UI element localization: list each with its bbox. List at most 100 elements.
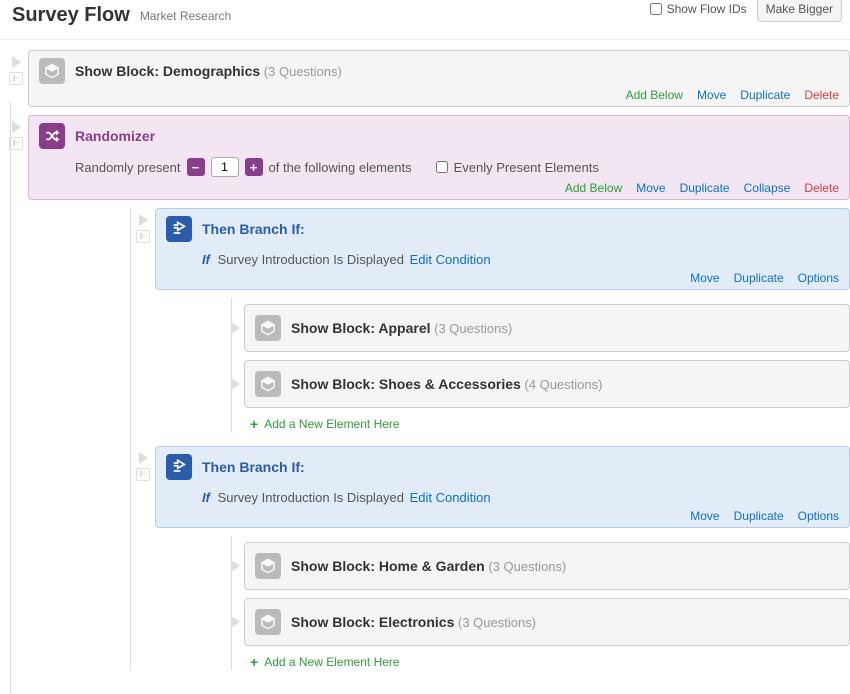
edit-condition-link[interactable]: Edit Condition	[410, 252, 491, 267]
card-title-wrap: Show Block: Shoes & Accessories (4 Quest…	[291, 376, 602, 392]
show-flow-ids-label: Show Flow IDs	[667, 2, 747, 16]
branch-2-children: Show Block: Home & Garden (3 Questions) …	[231, 536, 850, 670]
lock-icon: ⊩	[9, 72, 23, 85]
if-label: If	[202, 490, 210, 505]
node-handle[interactable]: ⊩	[4, 50, 28, 85]
card-title: Show Block: Shoes & Accessories	[291, 376, 521, 392]
drop-arrow-icon	[12, 56, 21, 68]
card-title: Then Branch If:	[202, 221, 305, 237]
card-meta: (3 Questions)	[264, 64, 342, 79]
evenly-present-checkbox[interactable]	[436, 161, 448, 173]
add-element-link[interactable]: + Add a New Element Here	[250, 654, 850, 670]
card-meta: (3 Questions)	[458, 615, 536, 630]
show-flow-ids-toggle[interactable]: Show Flow IDs	[650, 2, 747, 16]
branch-icon	[166, 216, 192, 242]
condition-text: Survey Introduction Is Displayed	[218, 490, 404, 505]
block-card[interactable]: Show Block: Demographics (3 Questions) A…	[28, 50, 850, 107]
card-title-wrap: Show Block: Home & Garden (3 Questions)	[291, 558, 566, 574]
branch-card[interactable]: Then Branch If: If Survey Introduction I…	[155, 208, 850, 290]
duplicate-link[interactable]: Duplicate	[734, 509, 784, 523]
card-meta: (3 Questions)	[488, 559, 566, 574]
shuffle-icon	[39, 123, 65, 149]
move-link[interactable]: Move	[690, 509, 719, 523]
block-card[interactable]: Show Block: Apparel (3 Questions)	[244, 304, 850, 352]
drop-arrow-icon	[231, 322, 240, 334]
move-link[interactable]: Move	[690, 271, 719, 285]
tree-line	[10, 102, 11, 694]
card-title-wrap: Show Block: Demographics (3 Questions)	[75, 63, 342, 79]
card-title: Show Block: Electronics	[291, 614, 454, 630]
card-title-wrap: Show Block: Apparel (3 Questions)	[291, 320, 512, 336]
card-title: Show Block: Demographics	[75, 63, 260, 79]
flow-node-home-garden: Show Block: Home & Garden (3 Questions)	[232, 542, 850, 590]
card-head: Then Branch If:	[166, 454, 839, 480]
flow-canvas: ⊩ Show Block: Demographics (3 Questions)…	[0, 40, 850, 694]
move-link[interactable]: Move	[636, 181, 665, 195]
drop-arrow-icon	[139, 214, 148, 226]
flow-node-shoes: Show Block: Shoes & Accessories (4 Quest…	[232, 360, 850, 408]
card-head: Then Branch If:	[166, 216, 839, 242]
collapse-link[interactable]: Collapse	[744, 181, 791, 195]
branch-card[interactable]: Then Branch If: If Survey Introduction I…	[155, 446, 850, 528]
block-icon	[255, 371, 281, 397]
delete-link[interactable]: Delete	[804, 181, 839, 195]
options-link[interactable]: Options	[798, 271, 839, 285]
delete-link[interactable]: Delete	[804, 88, 839, 102]
flow-node-branch-2: ⊩ Then Branch If: If Survey Introduction…	[131, 446, 850, 528]
add-element-link[interactable]: + Add a New Element Here	[250, 416, 850, 432]
duplicate-link[interactable]: Duplicate	[740, 88, 790, 102]
card-title: Randomizer	[75, 128, 155, 144]
drop-arrow-icon	[139, 452, 148, 464]
card-footer: Move Duplicate Options	[166, 271, 839, 285]
decrement-button[interactable]: −	[187, 158, 205, 176]
show-flow-ids-checkbox[interactable]	[650, 3, 662, 15]
flow-node-demographics: ⊩ Show Block: Demographics (3 Questions)…	[4, 50, 850, 107]
node-handle[interactable]: ⊩	[131, 208, 155, 243]
evenly-present-label: Evenly Present Elements	[454, 160, 599, 175]
add-below-link[interactable]: Add Below	[565, 181, 622, 195]
lock-icon: ⊩	[136, 230, 150, 243]
flow-node-branch-1: ⊩ Then Branch If: If Survey Introduction…	[131, 208, 850, 290]
randomizer-prefix: Randomly present	[75, 160, 181, 175]
drop-arrow-icon	[12, 121, 21, 133]
flow-node-electronics: Show Block: Electronics (3 Questions)	[232, 598, 850, 646]
drop-arrow-icon	[231, 616, 240, 628]
branch-icon	[166, 454, 192, 480]
condition-text: Survey Introduction Is Displayed	[218, 252, 404, 267]
card-head: Show Block: Demographics (3 Questions)	[39, 58, 839, 84]
duplicate-link[interactable]: Duplicate	[680, 181, 730, 195]
add-below-link[interactable]: Add Below	[626, 88, 683, 102]
increment-button[interactable]: +	[245, 158, 263, 176]
flow-node-apparel: Show Block: Apparel (3 Questions)	[232, 304, 850, 352]
edit-condition-link[interactable]: Edit Condition	[410, 490, 491, 505]
block-icon	[39, 58, 65, 84]
node-handle[interactable]: ⊩	[131, 446, 155, 481]
branch-1-children: Show Block: Apparel (3 Questions) Show B…	[231, 298, 850, 432]
make-bigger-button[interactable]: Make Bigger	[757, 0, 842, 22]
block-icon	[255, 315, 281, 341]
randomizer-suffix: of the following elements	[269, 160, 412, 175]
block-card[interactable]: Show Block: Home & Garden (3 Questions)	[244, 542, 850, 590]
card-footer: Move Duplicate Options	[166, 509, 839, 523]
card-title-wrap: Show Block: Electronics (3 Questions)	[291, 614, 536, 630]
if-label: If	[202, 252, 210, 267]
block-card-selected[interactable]: Show Block: Electronics (3 Questions)	[244, 598, 850, 646]
block-icon	[255, 553, 281, 579]
randomizer-count-input[interactable]	[211, 157, 239, 177]
header-right: Show Flow IDs Make Bigger	[650, 0, 842, 22]
lock-icon: ⊩	[136, 468, 150, 481]
card-meta: (4 Questions)	[524, 377, 602, 392]
randomizer-children: ⊩ Then Branch If: If Survey Introduction…	[130, 208, 850, 670]
options-link[interactable]: Options	[798, 509, 839, 523]
lock-icon: ⊩	[9, 137, 23, 150]
move-link[interactable]: Move	[697, 88, 726, 102]
block-icon	[255, 609, 281, 635]
node-handle[interactable]: ⊩	[4, 115, 28, 150]
duplicate-link[interactable]: Duplicate	[734, 271, 784, 285]
block-card[interactable]: Show Block: Shoes & Accessories (4 Quest…	[244, 360, 850, 408]
card-meta: (3 Questions)	[434, 321, 512, 336]
randomizer-card[interactable]: Randomizer Randomly present − + of the f…	[28, 115, 850, 200]
add-element-label: Add a New Element Here	[264, 655, 399, 669]
branch-body: If Survey Introduction Is Displayed Edit…	[202, 490, 839, 505]
branch-body: If Survey Introduction Is Displayed Edit…	[202, 252, 839, 267]
